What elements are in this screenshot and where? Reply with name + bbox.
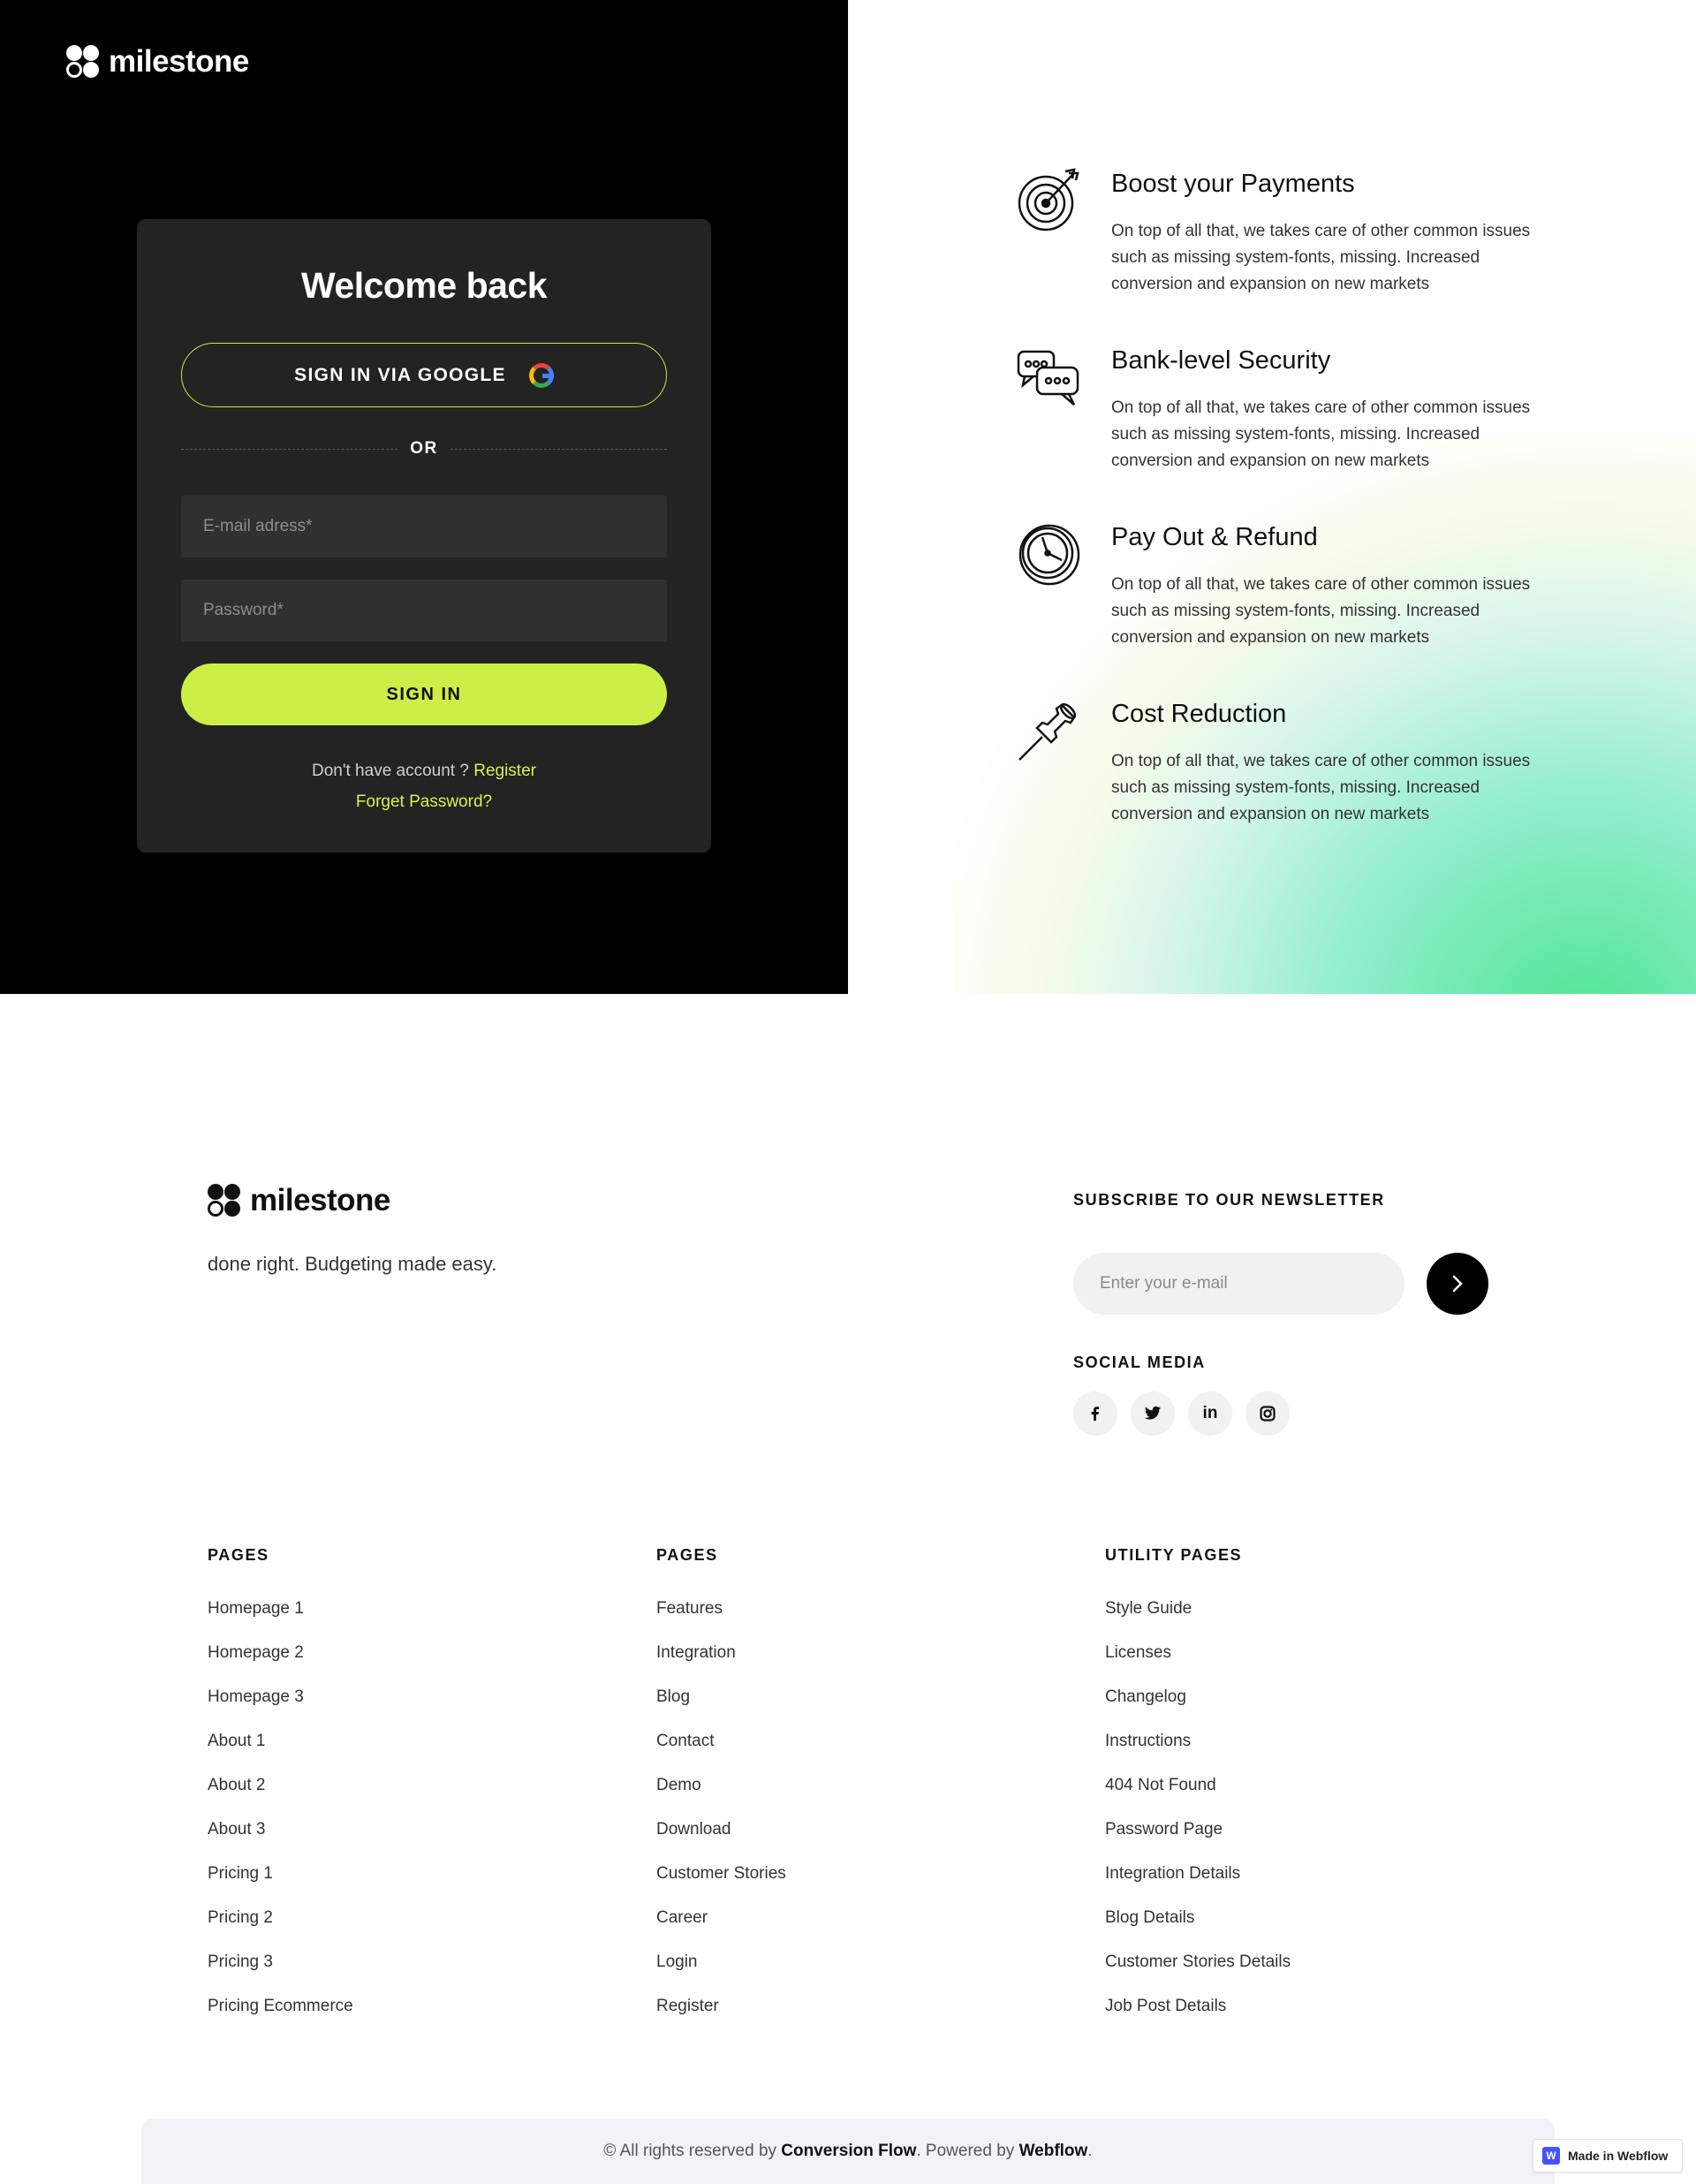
feature-text: On top of all that, we takes care of oth… — [1111, 575, 1531, 647]
footer-link[interactable]: Style Guide — [1105, 1600, 1291, 1618]
footer-link[interactable]: Integration Details — [1105, 1865, 1291, 1883]
footer-link[interactable]: Career — [656, 1909, 786, 1927]
twitter-link[interactable] — [1131, 1392, 1175, 1436]
target-icon — [1018, 168, 1079, 231]
footer-brand-logo[interactable]: milestone — [208, 1183, 390, 1218]
feature-text: On top of all that, we takes care of oth… — [1111, 752, 1531, 823]
copyright-middle: . Powered by — [916, 2142, 1015, 2160]
newsletter-email-field[interactable] — [1073, 1253, 1404, 1315]
footer-link[interactable]: Pricing 1 — [208, 1865, 353, 1883]
made-in-webflow-badge[interactable]: W Made in Webflow — [1533, 2139, 1683, 2173]
no-account-text: Don't have account ? — [312, 762, 469, 780]
instagram-link[interactable] — [1246, 1392, 1290, 1436]
footer-column-pages-2: PAGES Features Integration Blog Contact … — [656, 1546, 786, 2042]
feature-title: Boost your Payments — [1111, 170, 1355, 198]
footer-link[interactable]: Pricing 3 — [208, 1953, 353, 1971]
footer-link[interactable]: Download — [656, 1821, 786, 1839]
or-label: OR — [410, 439, 438, 458]
forget-password-row: Forget Password? — [137, 792, 711, 812]
feature-title: Pay Out & Refund — [1111, 523, 1318, 551]
footer-column-title: PAGES — [656, 1546, 718, 1564]
google-icon — [528, 362, 554, 388]
or-divider: OR — [181, 439, 667, 458]
feature-title: Cost Reduction — [1111, 700, 1287, 728]
footer-link[interactable]: About 3 — [208, 1821, 353, 1839]
footer-link[interactable]: Pricing Ecommerce — [208, 1998, 353, 2015]
badge-label: Made in Webflow — [1568, 2149, 1669, 2163]
footer-column-pages: PAGES Homepage 1 Homepage 2 Homepage 3 A… — [208, 1546, 353, 2042]
milestone-logo-icon — [208, 1184, 241, 1217]
footer-link[interactable]: Login — [656, 1953, 786, 1971]
pushpin-icon — [1018, 702, 1077, 761]
newsletter-label: SUBSCRIBE TO OUR NEWSLETTER — [1073, 1191, 1385, 1209]
footer-link[interactable]: Instructions — [1105, 1733, 1291, 1750]
features-panel: Boost your Payments On top of all that, … — [848, 0, 1696, 994]
footer-link[interactable]: Register — [656, 1998, 786, 2015]
social-links: in — [1073, 1392, 1290, 1436]
footer-link[interactable]: Integration — [656, 1644, 786, 1662]
hero-section: milestone Welcome back SIGN IN VIA GOOGL… — [0, 0, 1696, 994]
footer-link[interactable]: Changelog — [1105, 1688, 1291, 1706]
footer-link[interactable]: Customer Stories — [656, 1865, 786, 1883]
footer-link[interactable]: Job Post Details — [1105, 1998, 1291, 2015]
facebook-link[interactable] — [1073, 1392, 1117, 1436]
footer-link[interactable]: Blog — [656, 1688, 786, 1706]
social-media-label: SOCIAL MEDIA — [1073, 1354, 1206, 1371]
footer-link[interactable]: Blog Details — [1105, 1909, 1291, 1927]
instagram-icon — [1260, 1406, 1276, 1422]
login-card: Welcome back SIGN IN VIA GOOGLE OR SIGN … — [137, 219, 711, 853]
footer-link[interactable]: About 2 — [208, 1777, 353, 1794]
facebook-icon — [1091, 1407, 1099, 1421]
password-field[interactable] — [181, 580, 667, 641]
footer-link[interactable]: Homepage 3 — [208, 1688, 353, 1706]
footer-link[interactable]: Features — [656, 1600, 786, 1618]
brand-logo[interactable]: milestone — [66, 44, 249, 80]
footer-column-title: PAGES — [208, 1546, 269, 1564]
milestone-logo-icon — [66, 45, 100, 79]
feature-title: Bank-level Security — [1111, 346, 1331, 375]
brand-name: milestone — [109, 44, 249, 79]
signin-button[interactable]: SIGN IN — [181, 664, 667, 725]
chevron-right-icon — [1452, 1275, 1463, 1293]
footer-column-title: UTILITY PAGES — [1105, 1546, 1243, 1564]
copyright-bar: © All rights reserved by Conversion Flow… — [141, 2119, 1555, 2184]
webflow-icon: W — [1542, 2147, 1560, 2165]
login-panel: milestone Welcome back SIGN IN VIA GOOGL… — [0, 0, 848, 994]
copyright-text: © All rights reserved by Conversion Flow… — [141, 2142, 1555, 2161]
footer-link[interactable]: Homepage 1 — [208, 1600, 353, 1618]
divider-line — [450, 448, 667, 450]
footer-column-utility: UTILITY PAGES Style Guide Licenses Chang… — [1105, 1546, 1291, 2042]
footer-link[interactable]: 404 Not Found — [1105, 1777, 1291, 1794]
divider-line — [181, 448, 398, 450]
email-field[interactable] — [181, 496, 667, 557]
platform-link[interactable]: Webflow — [1019, 2142, 1088, 2160]
footer-link[interactable]: Password Page — [1105, 1821, 1291, 1839]
footer-link[interactable]: Contact — [656, 1733, 786, 1750]
footer-link[interactable]: Customer Stories Details — [1105, 1953, 1291, 1971]
linkedin-link[interactable]: in — [1188, 1392, 1232, 1436]
footer-link[interactable]: About 1 — [208, 1733, 353, 1750]
feature-text: On top of all that, we takes care of oth… — [1111, 222, 1531, 293]
footer-tagline: done right. Budgeting made easy. — [208, 1253, 497, 1275]
register-prompt: Don't have account ? Register — [137, 762, 711, 781]
register-link[interactable]: Register — [473, 762, 536, 780]
chat-bubbles-icon — [1017, 350, 1079, 406]
footer-link[interactable]: Demo — [656, 1777, 786, 1794]
google-signin-label: SIGN IN VIA GOOGLE — [294, 364, 506, 385]
footer-link[interactable]: Homepage 2 — [208, 1644, 353, 1662]
linkedin-icon: in — [1202, 1404, 1218, 1422]
newsletter-submit-button[interactable] — [1427, 1253, 1488, 1315]
forget-password-link[interactable]: Forget Password? — [356, 792, 492, 811]
copyright-suffix: . — [1087, 2142, 1093, 2160]
google-signin-button[interactable]: SIGN IN VIA GOOGLE — [181, 343, 667, 407]
copyright-prefix: © All rights reserved by — [603, 2142, 777, 2160]
clock-icon — [1018, 524, 1080, 586]
footer-link[interactable]: Pricing 2 — [208, 1909, 353, 1927]
login-title: Welcome back — [300, 265, 548, 306]
feature-text: On top of all that, we takes care of oth… — [1111, 398, 1531, 470]
company-link[interactable]: Conversion Flow — [781, 2142, 916, 2160]
footer-link[interactable]: Licenses — [1105, 1644, 1291, 1662]
brand-name: milestone — [250, 1183, 390, 1217]
twitter-icon — [1144, 1406, 1162, 1420]
